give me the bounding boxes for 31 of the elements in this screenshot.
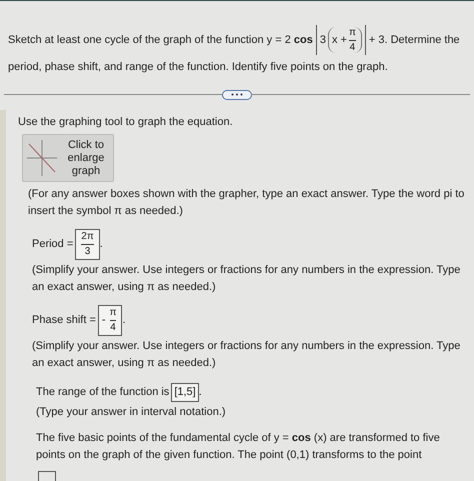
answer-label: Phase shift = bbox=[32, 313, 96, 328]
answer-numerator: 2π bbox=[81, 232, 94, 242]
variable-text: x + bbox=[332, 32, 347, 48]
answer-note: (Simplify your answer. Use integers or fractions for any numbers in the expression. Type an exact answer, using π as needed.) bbox=[32, 339, 462, 370]
answer-field[interactable]: 2π 3 bbox=[75, 229, 100, 260]
answer-denominator: 4 bbox=[110, 323, 116, 333]
instruction-text: Use the graphing tool to graph the equation. bbox=[18, 114, 234, 130]
equation-denominator: 4 bbox=[350, 42, 356, 52]
period-mark: . bbox=[122, 313, 126, 328]
answer-note: (Simplify your answer. Use integers or fractions for any numbers in the expression. Type an exact answer, using π as needed.) bbox=[32, 263, 462, 294]
points-text: The five basic points of the fundamental cycle of y = cos (x) are transformed to five points on the graph of the given function. The point (0,1) transforms to the point bbox=[36, 431, 441, 462]
enlarge-graph-button[interactable]: Click to enlarge graph bbox=[22, 134, 114, 182]
equation-numerator: π bbox=[348, 28, 356, 38]
minus-sign: - bbox=[102, 313, 106, 328]
answer-numerator: π bbox=[110, 308, 116, 318]
question-text: + 3. Determine the bbox=[368, 32, 460, 48]
range-label: The range of the function is bbox=[36, 385, 170, 400]
answer-label: Period = bbox=[32, 237, 74, 252]
range-field[interactable]: [1,5] bbox=[171, 383, 199, 402]
range-note: (Type your answer in interval notation.) bbox=[36, 404, 227, 420]
question-text: period, phase shift, and range of the function. Identify five points on the graph. bbox=[8, 60, 389, 75]
answer-field[interactable] bbox=[38, 471, 56, 481]
question-text: Sketch at least one cycle of the graph of the function y = 2 cos bbox=[8, 32, 313, 48]
grapher-note: (For any answer boxes shown with the grapher, type an exact answer. Type the word pi to insert the symbol π as needed.) bbox=[28, 187, 466, 218]
answer-denominator: 3 bbox=[84, 247, 90, 257]
period-mark: . bbox=[100, 237, 103, 252]
period-mark: . bbox=[198, 385, 202, 400]
expand-button[interactable] bbox=[222, 90, 252, 100]
coefficient: 3 bbox=[320, 32, 326, 48]
more-icon bbox=[231, 93, 243, 96]
graph-icon bbox=[25, 138, 59, 178]
